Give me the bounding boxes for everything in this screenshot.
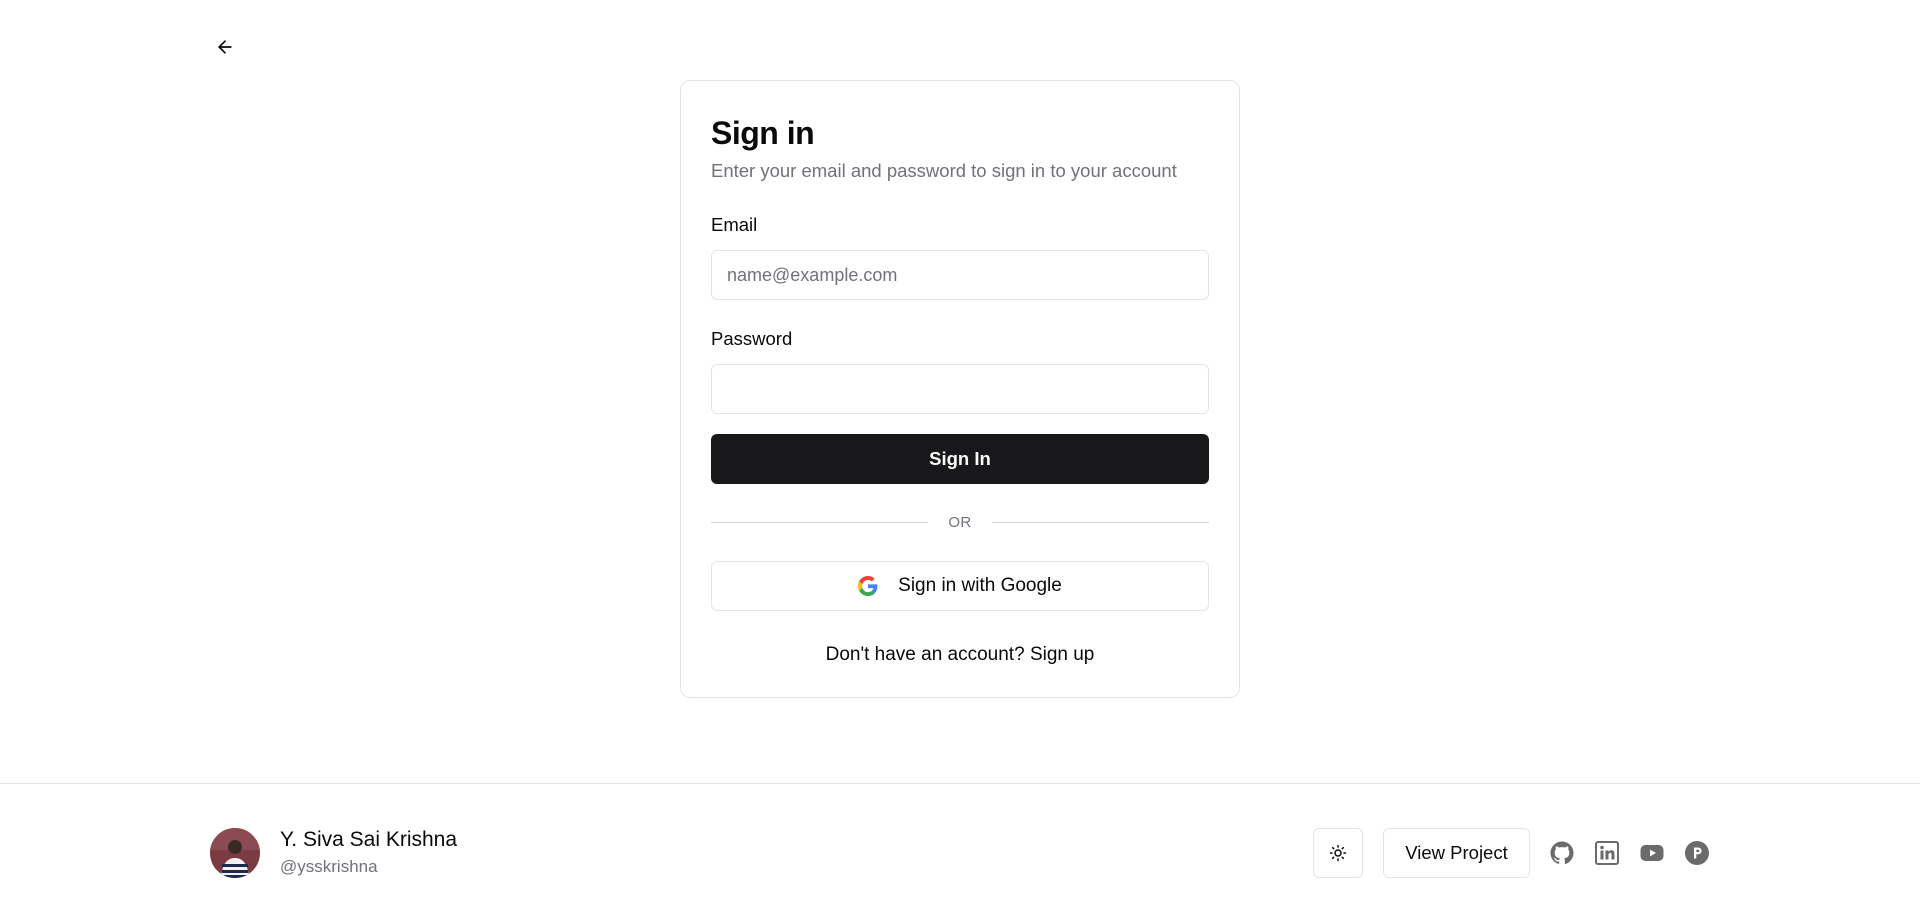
signin-card: Sign in Enter your email and password to… <box>680 80 1240 698</box>
author-handle: @ysskrishna <box>280 857 378 876</box>
signup-link[interactable]: Sign up <box>1030 644 1094 665</box>
view-project-button[interactable]: View Project <box>1383 828 1530 878</box>
divider-line-left <box>711 522 929 524</box>
back-button[interactable] <box>210 32 240 62</box>
avatar-image <box>210 828 260 878</box>
youtube-link[interactable] <box>1640 841 1664 865</box>
footer: Y. Siva Sai Krishna @ysskrishna View Pro… <box>0 783 1920 918</box>
google-icon <box>858 576 878 597</box>
producthunt-icon <box>1685 841 1709 865</box>
avatar <box>210 828 260 878</box>
linkedin-icon <box>1595 841 1619 865</box>
password-label: Password <box>711 328 793 350</box>
google-button-label: Sign in with Google <box>898 575 1062 597</box>
divider-text: OR <box>948 514 972 532</box>
password-field[interactable] <box>711 364 1209 415</box>
linkedin-link[interactable] <box>1595 841 1619 865</box>
signup-row: Don't have an account? Sign up <box>711 644 1209 666</box>
theme-toggle-button[interactable] <box>1313 828 1363 878</box>
sun-icon <box>1329 844 1347 862</box>
page-subtitle: Enter your email and password to sign in… <box>711 160 1177 182</box>
signup-prompt: Don't have an account? <box>825 644 1025 666</box>
or-divider: OR <box>711 514 1209 531</box>
email-label: Email <box>711 214 758 236</box>
author-name: Y. Siva Sai Krishna <box>280 828 458 851</box>
youtube-icon <box>1640 845 1664 861</box>
arrow-left-icon <box>218 40 232 54</box>
sign-in-button[interactable]: Sign In <box>711 434 1209 485</box>
github-icon <box>1550 841 1574 865</box>
divider-line-right <box>991 522 1209 524</box>
page-title: Sign in <box>711 115 815 151</box>
google-sign-in-button[interactable]: Sign in with Google <box>711 561 1209 612</box>
producthunt-link[interactable] <box>1685 841 1709 865</box>
email-field[interactable] <box>711 250 1209 301</box>
github-link[interactable] <box>1550 841 1574 865</box>
